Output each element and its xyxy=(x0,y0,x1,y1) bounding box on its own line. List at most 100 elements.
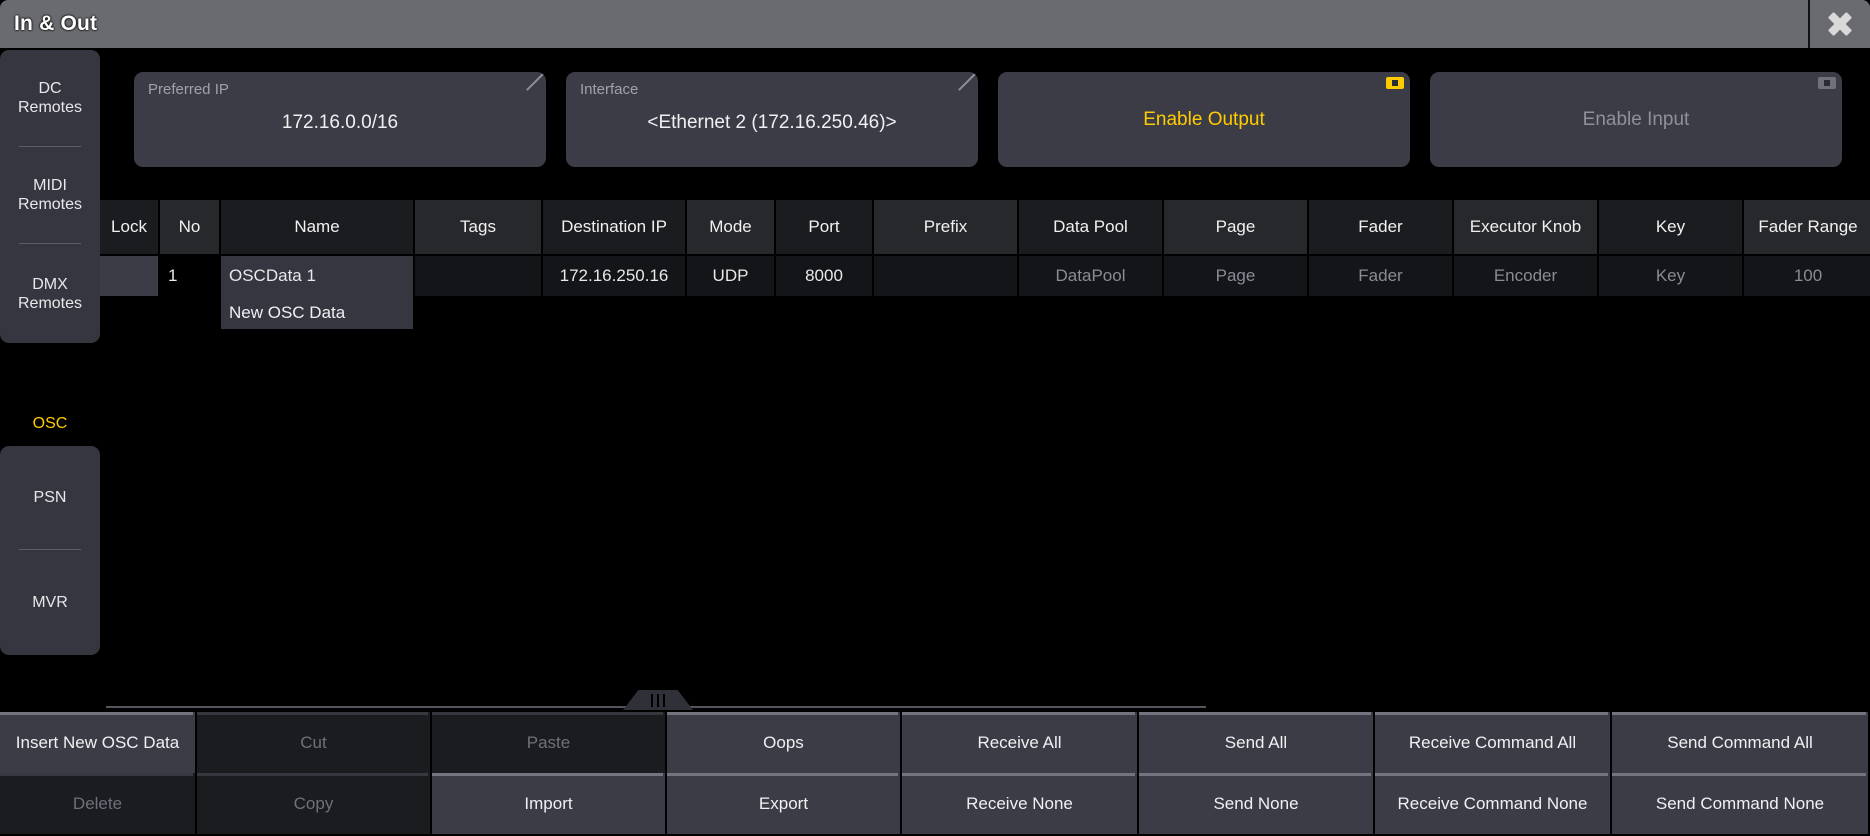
table-header-data_pool[interactable]: Data Pool xyxy=(1019,200,1164,256)
toolbar-button-highlight xyxy=(1375,712,1608,715)
sidebar-item-mvr[interactable]: MVR xyxy=(0,550,100,655)
table-header-name[interactable]: Name xyxy=(221,200,415,256)
toolbar-button-highlight xyxy=(1375,773,1608,776)
table-cell-destination_ip[interactable]: 172.16.250.16 xyxy=(543,256,687,296)
table-header-executor_knob[interactable]: Executor Knob xyxy=(1454,200,1599,256)
name-editor-row: New OSC Data xyxy=(100,296,1870,329)
toolbar-button-label: Send Command None xyxy=(1655,793,1825,813)
toolbar-button-highlight xyxy=(0,712,193,715)
table-header-destination_ip[interactable]: Destination IP xyxy=(543,200,687,256)
table-header-prefix[interactable]: Prefix xyxy=(874,200,1019,256)
window-title: In & Out xyxy=(14,12,98,35)
table-header-lock[interactable]: Lock xyxy=(100,200,160,256)
toolbar-button-receive-command-none[interactable]: Receive Command None xyxy=(1375,773,1612,834)
toolbar-button-label: Delete xyxy=(72,793,123,813)
enable-output-button[interactable]: Enable Output xyxy=(998,72,1410,167)
table-cell-executor_knob[interactable]: Encoder xyxy=(1454,256,1599,296)
resize-grip[interactable] xyxy=(623,690,693,710)
toolbar-button-highlight xyxy=(432,712,663,715)
toolbar-button-label: Send All xyxy=(1224,732,1288,752)
interface-label: Interface xyxy=(580,81,639,98)
toolbar-button-highlight xyxy=(1139,773,1371,776)
enable-output-led-icon xyxy=(1386,77,1404,89)
toolbar-button-oops[interactable]: Oops xyxy=(667,712,902,773)
close-button[interactable] xyxy=(1808,0,1870,48)
sidebar-item-label: DC Remotes xyxy=(17,80,83,116)
toolbar-button-label: Receive Command None xyxy=(1397,793,1588,813)
sidebar-item-label: PSN xyxy=(33,489,67,506)
toolbar-button-label: Send None xyxy=(1213,793,1299,813)
toolbar-button-paste: Paste xyxy=(432,712,667,773)
toolbar-button-label: Import xyxy=(524,793,573,813)
toolbar-button-highlight xyxy=(1612,712,1866,715)
interface-value: <Ethernet 2 (172.16.250.46)> xyxy=(647,112,897,133)
table-cell-data_pool[interactable]: DataPool xyxy=(1019,256,1164,296)
toolbar-button-label: Copy xyxy=(293,793,334,813)
table-cell-port[interactable]: 8000 xyxy=(776,256,874,296)
toolbar-button-highlight xyxy=(197,712,428,715)
toolbar-button-receive-all[interactable]: Receive All xyxy=(902,712,1139,773)
sidebar-item-dmx-remotes[interactable]: DMX Remotes xyxy=(0,244,100,343)
table-header-page[interactable]: Page xyxy=(1164,200,1309,256)
in-and-out-window: In & Out DC Remotes MIDI Remotes DMX Remote… xyxy=(0,0,1870,836)
name-editor-input[interactable]: New OSC Data xyxy=(221,296,415,329)
sidebar-item-label: OSC xyxy=(32,414,68,432)
table-cell-lock[interactable] xyxy=(100,256,160,296)
sidebar-item-label: DMX Remotes xyxy=(17,275,83,312)
window-titlebar: In & Out xyxy=(0,0,1870,48)
toolbar-row-1: Insert New OSC Data Cut Paste Oops Receive A… xyxy=(0,712,1870,773)
table-cell-fader_range[interactable]: 100 xyxy=(1744,256,1870,296)
sidebar-item-psn[interactable]: PSN xyxy=(0,446,100,549)
table-cell-name[interactable]: OSCData 1 xyxy=(221,256,415,296)
close-x-icon xyxy=(1827,11,1853,37)
toolbar-button-send-command-all[interactable]: Send Command All xyxy=(1612,712,1870,773)
toolbar-button-send-all[interactable]: Send All xyxy=(1139,712,1375,773)
table-cell-page[interactable]: Page xyxy=(1164,256,1309,296)
table-header-fader[interactable]: Fader xyxy=(1309,200,1454,256)
enable-input-button[interactable]: Enable Input xyxy=(1430,72,1842,167)
toolbar-button-import[interactable]: Import xyxy=(432,773,667,834)
toolbar-button-label: Oops xyxy=(763,732,804,752)
resize-grip-area xyxy=(0,688,1870,712)
table-cell-tags[interactable] xyxy=(415,256,543,296)
sidebar-item-dc-remotes[interactable]: DC Remotes xyxy=(0,50,100,146)
preferred-ip-field[interactable]: Preferred IP 172.16.0.0/16 xyxy=(134,72,546,167)
table-cell-key[interactable]: Key xyxy=(1599,256,1744,296)
table-row[interactable]: 1 OSCData 1 172.16.250.16 UDP 8000 DataPool Pa… xyxy=(100,256,1870,296)
toolbar-button-highlight xyxy=(667,773,898,776)
toolbar-button-delete: Delete xyxy=(0,773,197,834)
sidebar-item-osc[interactable]: OSC xyxy=(0,393,100,453)
toolbar-button-label: Cut xyxy=(300,732,327,752)
toolbar-button-insert-new-osc-data[interactable]: Insert New OSC Data xyxy=(0,712,197,773)
table-header-key[interactable]: Key xyxy=(1599,200,1744,256)
toolbar-row-2: Delete Copy Import Export Receive None Send N… xyxy=(0,773,1870,834)
table-header-port[interactable]: Port xyxy=(776,200,874,256)
toolbar-button-export[interactable]: Export xyxy=(667,773,902,834)
table-header-no[interactable]: No xyxy=(160,200,221,256)
toolbar-button-send-none[interactable]: Send None xyxy=(1139,773,1375,834)
toolbar-button-label: Send Command All xyxy=(1667,732,1813,752)
toolbar-button-highlight xyxy=(667,712,898,715)
toolbar-button-label: Receive All xyxy=(977,732,1062,752)
table-cell-mode[interactable]: UDP xyxy=(687,256,776,296)
table-header-tags[interactable]: Tags xyxy=(415,200,543,256)
table-header-mode[interactable]: Mode xyxy=(687,200,776,256)
toolbar-button-label: Export xyxy=(758,793,809,813)
toolbar-button-receive-none[interactable]: Receive None xyxy=(902,773,1139,834)
toolbar-button-send-command-none[interactable]: Send Command None xyxy=(1612,773,1870,834)
sidebar-group-psn-mvr: PSN MVR xyxy=(0,446,100,655)
toolbar-button-receive-command-all[interactable]: Receive Command All xyxy=(1375,712,1612,773)
sidebar-item-label: MVR xyxy=(32,594,68,611)
table-cell-prefix[interactable] xyxy=(874,256,1019,296)
preferred-ip-label: Preferred IP xyxy=(148,81,229,98)
toolbar-button-label: Paste xyxy=(526,732,571,752)
dropdown-corner-icon xyxy=(524,72,546,94)
table-cell-no[interactable]: 1 xyxy=(160,256,221,296)
table-header-fader_range[interactable]: Fader Range xyxy=(1744,200,1870,256)
table-header-row: Lock No Name Tags Destination IP Mode Port Pref… xyxy=(100,200,1870,256)
interface-field[interactable]: Interface <Ethernet 2 (172.16.250.46)> xyxy=(566,72,978,167)
toolbar-button-highlight xyxy=(1139,712,1371,715)
sidebar-item-midi-remotes[interactable]: MIDI Remotes xyxy=(0,147,100,243)
osc-data-table: Lock No Name Tags Destination IP Mode Port Pref… xyxy=(100,200,1870,329)
table-cell-fader[interactable]: Fader xyxy=(1309,256,1454,296)
